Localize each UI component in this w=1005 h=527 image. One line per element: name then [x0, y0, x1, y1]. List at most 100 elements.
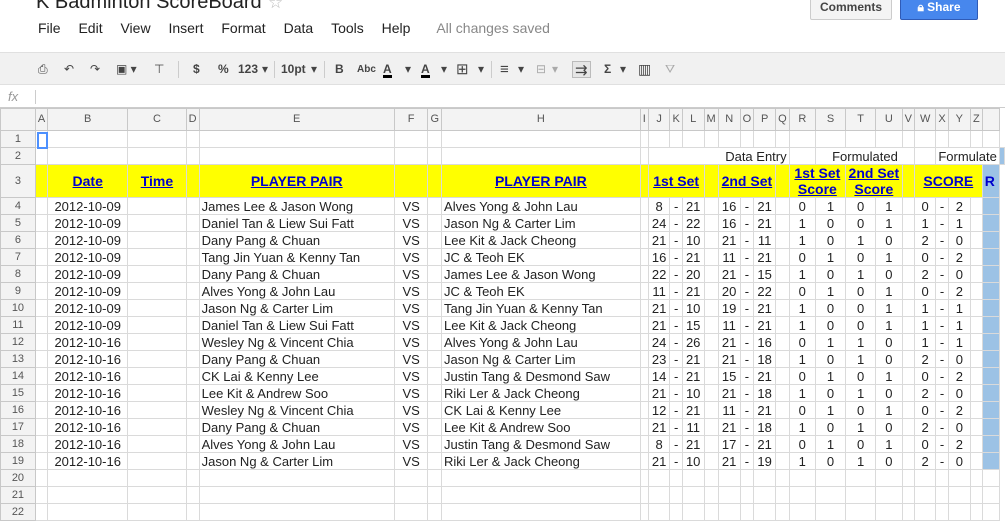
score-b[interactable]: 0 — [947, 231, 971, 249]
player-pair-2-cell[interactable]: James Lee & Jason Wong — [441, 265, 641, 283]
set-2-points-a[interactable]: 19 — [717, 299, 741, 317]
menu-view[interactable]: View — [120, 20, 150, 36]
empty-cell[interactable] — [788, 130, 816, 148]
set-1-dash[interactable]: - — [669, 231, 683, 249]
side-column-cell[interactable] — [981, 418, 1001, 436]
empty-cell[interactable] — [47, 486, 129, 504]
set-2-score-b[interactable]: 0 — [875, 231, 903, 249]
empty-cell[interactable] — [935, 503, 949, 521]
set-1-dash[interactable]: - — [669, 265, 683, 283]
set-1-dash[interactable]: - — [669, 197, 683, 215]
player-pair-2-cell[interactable]: Lee Kit & Andrew Soo — [441, 418, 641, 436]
player-pair-2-cell[interactable]: Jason Ng & Carter Lim — [441, 214, 641, 232]
empty-cell[interactable] — [427, 214, 443, 232]
set-1-points-a[interactable]: 21 — [647, 418, 671, 436]
empty-cell[interactable] — [901, 164, 915, 198]
empty-cell[interactable] — [788, 503, 816, 521]
set-2-points-a[interactable]: 11 — [717, 401, 741, 419]
side-column-cell[interactable] — [981, 282, 1001, 300]
align-left-icon[interactable]: ≡ — [500, 61, 509, 78]
empty-cell[interactable] — [647, 130, 671, 148]
set-2-points-a[interactable]: 21 — [717, 384, 741, 402]
set-1-points-a[interactable]: 8 — [647, 435, 671, 453]
set-1-points-b[interactable]: 21 — [681, 248, 705, 266]
chevron-down-icon[interactable]: ▾ — [405, 61, 411, 78]
empty-cell[interactable] — [901, 435, 915, 453]
number-format-button[interactable]: 123 — [238, 61, 258, 78]
empty-cell[interactable] — [34, 486, 49, 504]
empty-cell[interactable] — [775, 503, 790, 521]
empty-cell[interactable] — [935, 486, 949, 504]
player-pair-1-cell[interactable]: Dany Pang & Chuan — [198, 418, 395, 436]
chevron-down-icon[interactable]: ▾ — [620, 61, 626, 78]
merge-cells-icon[interactable]: ⊟ — [536, 61, 546, 78]
empty-cell[interactable] — [935, 469, 949, 487]
set-2-dash[interactable]: - — [739, 282, 755, 300]
set-2-points-a[interactable]: 15 — [717, 367, 741, 385]
empty-cell[interactable] — [639, 130, 649, 148]
set-1-points-b[interactable]: 21 — [681, 197, 705, 215]
set-1-points-a[interactable]: 12 — [647, 401, 671, 419]
score-a[interactable]: 2 — [913, 452, 937, 470]
player-pair-1-cell[interactable]: Alves Yong & John Lau — [198, 282, 395, 300]
set-1-points-b[interactable]: 26 — [681, 333, 705, 351]
empty-cell[interactable] — [185, 367, 200, 385]
player-pair-1-cell[interactable]: Dany Pang & Chuan — [198, 350, 395, 368]
set-1-score-a[interactable]: 0 — [788, 197, 816, 215]
empty-cell[interactable] — [775, 333, 790, 351]
date-cell[interactable]: 2012-10-09 — [47, 197, 129, 215]
row-header[interactable]: 16 — [0, 401, 36, 419]
empty-cell[interactable] — [969, 197, 983, 215]
set-2-dash[interactable]: - — [739, 248, 755, 266]
empty-cell[interactable] — [47, 147, 129, 165]
empty-cell[interactable] — [969, 350, 983, 368]
empty-cell[interactable] — [427, 282, 443, 300]
set-1-points-b[interactable]: 10 — [681, 299, 705, 317]
empty-cell[interactable] — [198, 147, 395, 165]
empty-cell[interactable] — [127, 503, 187, 521]
set-2-score-b[interactable]: 1 — [875, 299, 903, 317]
time-cell[interactable] — [127, 452, 187, 470]
chevron-down-icon[interactable]: ▾ — [552, 61, 558, 78]
date-cell[interactable]: 2012-10-16 — [47, 418, 129, 436]
empty-cell[interactable] — [788, 147, 816, 165]
set-2-dash[interactable]: - — [739, 316, 755, 334]
set-1-score-header[interactable]: 1st Set Score — [788, 164, 847, 198]
empty-cell[interactable] — [639, 486, 649, 504]
empty-cell[interactable] — [427, 350, 443, 368]
column-header-aa[interactable] — [981, 108, 1001, 131]
empty-cell[interactable] — [441, 147, 641, 165]
player-pair-1-cell[interactable]: Dany Pang & Chuan — [198, 231, 395, 249]
empty-cell[interactable] — [185, 248, 200, 266]
empty-cell[interactable] — [703, 367, 719, 385]
empty-cell[interactable] — [981, 503, 1001, 521]
score-b[interactable]: 0 — [947, 384, 971, 402]
set-2-dash[interactable]: - — [739, 367, 755, 385]
set-1-score-b[interactable]: 0 — [814, 231, 847, 249]
empty-cell[interactable] — [34, 282, 49, 300]
corner-cell[interactable] — [0, 108, 36, 131]
empty-cell[interactable] — [393, 147, 429, 165]
empty-cell[interactable] — [703, 231, 719, 249]
empty-cell[interactable] — [34, 147, 49, 165]
empty-cell[interactable] — [753, 130, 777, 148]
side-column-cell[interactable] — [981, 214, 1001, 232]
empty-cell[interactable] — [901, 231, 915, 249]
set-2-points-a[interactable]: 21 — [717, 350, 741, 368]
sum-icon[interactable]: Σ — [604, 61, 611, 78]
set-1-points-b[interactable]: 20 — [681, 265, 705, 283]
column-header-j[interactable]: J — [647, 108, 671, 131]
fill-color-button[interactable]: A — [421, 61, 430, 78]
empty-cell[interactable] — [427, 384, 443, 402]
score-dash[interactable]: - — [935, 333, 949, 351]
empty-cell[interactable] — [969, 231, 983, 249]
set-1-dash[interactable]: - — [669, 401, 683, 419]
empty-cell[interactable] — [969, 418, 983, 436]
set-1-score-a[interactable]: 0 — [788, 333, 816, 351]
empty-cell[interactable] — [185, 469, 200, 487]
player-pair-2-cell[interactable]: CK Lai & Kenny Lee — [441, 401, 641, 419]
set-2-score-a[interactable]: 0 — [845, 435, 877, 453]
formulated-header-2[interactable]: Formulate — [935, 147, 1000, 165]
empty-cell[interactable] — [901, 197, 915, 215]
empty-cell[interactable] — [845, 486, 877, 504]
